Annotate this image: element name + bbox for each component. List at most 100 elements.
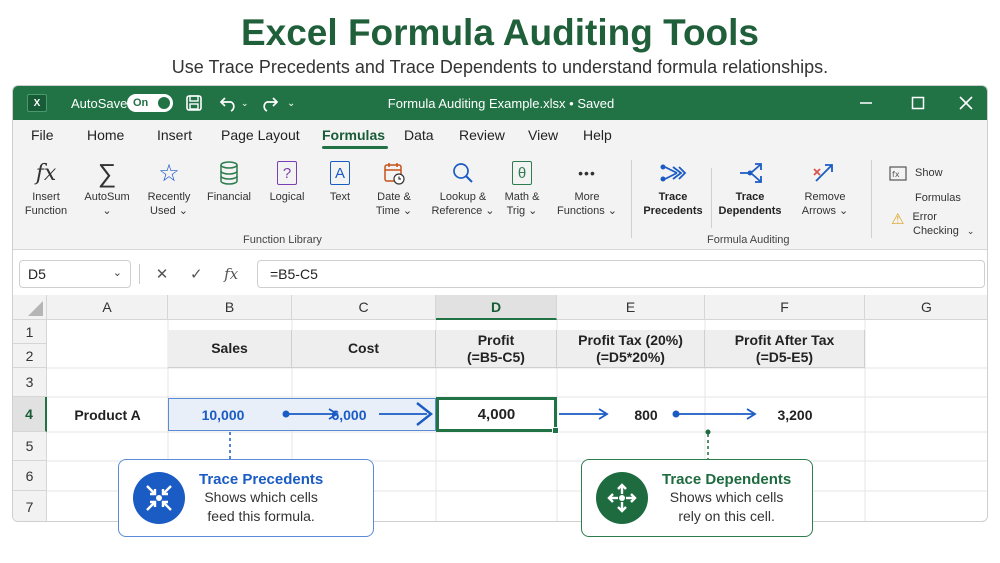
- trace-dependents-callout-icon: [596, 472, 648, 524]
- autosave-toggle[interactable]: On: [127, 86, 173, 120]
- formula-auditing-group-label: Formula Auditing: [707, 234, 790, 246]
- date-time-label-2: Time ⌄: [375, 205, 413, 217]
- date-time-button[interactable]: Date & Time ⌄: [359, 156, 429, 218]
- tab-file[interactable]: File: [31, 127, 54, 143]
- page-subtitle: Use Trace Precedents and Trace Dependent…: [171, 57, 829, 77]
- tab-data[interactable]: Data: [404, 127, 434, 143]
- active-tab-indicator: [322, 146, 388, 149]
- show-formulas-label-1: Show: [915, 167, 943, 179]
- callout-trace-dependents: Trace Dependents Shows which cells rely …: [581, 459, 813, 537]
- remove-arrows-label-2: Arrows ⌄: [801, 205, 849, 217]
- formula-bar-tools: ✕ ✓ fx: [145, 260, 249, 288]
- more-functions-button[interactable]: ••• More Functions ⌄: [551, 156, 623, 218]
- tab-formulas[interactable]: Formulas: [322, 127, 385, 143]
- ribbon-separator-3: [871, 160, 872, 238]
- excel-logo-icon: X: [27, 94, 47, 112]
- trace-dependents-icon: [713, 156, 787, 190]
- undo-icon: [219, 97, 235, 112]
- insert-function-button[interactable]: fx Insert Function: [13, 156, 81, 218]
- svg-text:fx: fx: [892, 170, 900, 179]
- trace-precedents-label-1: Trace: [658, 191, 688, 203]
- trace-precedents-icon: [637, 156, 709, 190]
- autosave-state: On: [133, 97, 149, 109]
- ribbon-tabs: File Home Insert Page Layout Formulas Da…: [13, 120, 987, 150]
- more-functions-label-2: Functions ⌄: [557, 205, 617, 217]
- maximize-icon: [911, 96, 925, 110]
- page: Excel Formula Auditing Tools Use Trace P…: [0, 0, 1000, 563]
- formula-bar: D5 ⌄ ✕ ✓ fx =B5-C5: [13, 256, 987, 292]
- tab-help[interactable]: Help: [583, 127, 612, 143]
- dependent-arrow-dot-e: [672, 410, 680, 418]
- tab-view[interactable]: View: [528, 127, 558, 143]
- toggle-knob: [158, 97, 170, 109]
- error-checking-label-line2[interactable]: Checking ⌄: [913, 224, 974, 238]
- cancel-icon[interactable]: ✕: [156, 265, 169, 283]
- maximize-button[interactable]: [911, 86, 925, 120]
- callout-precedents-line1: Shows which cells: [204, 488, 318, 505]
- show-formulas-label-2: Formulas: [915, 192, 961, 204]
- more-icon: •••: [578, 165, 596, 181]
- tab-home[interactable]: Home: [87, 127, 124, 143]
- save-button[interactable]: [185, 86, 203, 120]
- formula-bar-divider: [139, 264, 140, 284]
- tab-review[interactable]: Review: [459, 127, 505, 143]
- autosum-label: AutoSum: [84, 191, 130, 203]
- precedent-arrow-dot-b: [282, 410, 290, 418]
- save-icon: [186, 95, 202, 111]
- page-title: Excel Formula Auditing Tools: [240, 12, 760, 53]
- show-formulas-button[interactable]: fx Show: [889, 166, 943, 182]
- undo-button[interactable]: ⌄: [219, 86, 249, 120]
- callout-precedents-title: Trace Precedents: [199, 470, 324, 488]
- callout-dependents-title: Trace Dependents: [662, 470, 792, 488]
- trace-precedents-button[interactable]: Trace Precedents: [637, 156, 709, 218]
- trace-precedents-callout-icon: [133, 472, 185, 524]
- autosum-button[interactable]: ∑ AutoSum ⌄: [72, 156, 142, 218]
- theta-icon: θ: [487, 156, 557, 190]
- recently-used-label-2: Used ⌄: [150, 205, 188, 217]
- remove-arrows-button[interactable]: Remove Arrows ⌄: [789, 156, 861, 218]
- function-library-group-label: Function Library: [243, 234, 322, 246]
- ribbon-formulas: fx Insert Function ∑ AutoSum ⌄ ☆ Recentl…: [13, 150, 987, 250]
- insert-function-label-2: Function: [24, 205, 68, 217]
- redo-button[interactable]: [259, 86, 279, 120]
- undo-chevron: ⌄: [241, 97, 249, 108]
- autosum-chevron: ⌄: [102, 205, 112, 217]
- error-checking-label-2: Checking: [913, 225, 959, 237]
- redo-icon: [263, 97, 279, 112]
- callout-dependents-line1: Shows which cells: [669, 488, 784, 505]
- tab-page-layout[interactable]: Page Layout: [221, 127, 300, 143]
- trace-dependents-label-2: Dependents: [718, 205, 782, 217]
- callout-dependents-line2: rely on this cell.: [678, 507, 775, 524]
- chevron-down-icon: ⌄: [112, 267, 122, 279]
- math-trig-button[interactable]: θ Math & Trig ⌄: [487, 156, 557, 218]
- fx-icon: fx: [35, 160, 57, 186]
- sigma-icon: ∑: [97, 157, 117, 188]
- show-formulas-icon: fx: [889, 166, 907, 181]
- autosave-toggle-switch[interactable]: On: [127, 94, 173, 112]
- dependent-arrows: [559, 408, 757, 459]
- tab-insert[interactable]: Insert: [157, 127, 192, 143]
- math-trig-label-2: Trig ⌄: [506, 205, 538, 217]
- trace-dependents-button[interactable]: Trace Dependents: [713, 156, 787, 218]
- enter-icon[interactable]: ✓: [190, 265, 203, 283]
- trace-dependents-label-1: Trace: [735, 191, 765, 203]
- warning-icon: ⚠: [891, 211, 905, 228]
- callout-precedents-line2: feed this formula.: [207, 507, 315, 524]
- ribbon-separator: [631, 160, 632, 238]
- minimize-button[interactable]: [859, 86, 873, 120]
- date-time-label-1: Date &: [377, 191, 411, 203]
- quick-access-chevron[interactable]: ⌄: [287, 86, 295, 120]
- calendar-icon: [359, 156, 429, 190]
- minimize-icon: [860, 102, 872, 104]
- more-functions-label-1: More: [574, 191, 600, 203]
- close-icon: [959, 96, 973, 110]
- title-bar: X AutoSave On ⌄ ⌄ Formula Auditing Examp…: [13, 86, 987, 120]
- name-box-value: D5: [28, 266, 46, 282]
- precedent-arrows: [229, 402, 433, 459]
- close-button[interactable]: [959, 86, 973, 120]
- formula-input[interactable]: =B5-C5: [257, 260, 985, 288]
- insert-function-icon[interactable]: fx: [224, 265, 238, 283]
- insert-function-label-1: Insert: [32, 191, 60, 203]
- show-formulas-label-line2[interactable]: Formulas: [915, 191, 961, 205]
- name-box[interactable]: D5 ⌄: [19, 260, 131, 288]
